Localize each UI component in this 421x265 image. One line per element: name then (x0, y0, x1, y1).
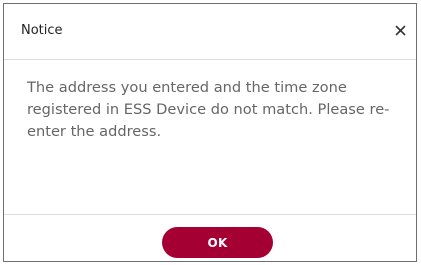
dialog-title: Notice (21, 23, 63, 38)
ok-button[interactable]: OK (162, 227, 273, 258)
close-icon[interactable] (395, 25, 406, 36)
dialog-footer: OK (4, 215, 416, 261)
page: Notice The address you entered and the t… (0, 0, 421, 265)
notice-dialog: Notice The address you entered and the t… (3, 3, 417, 262)
dialog-header: Notice (4, 4, 416, 60)
dialog-body: The address you entered and the time zon… (4, 60, 416, 215)
dialog-message: The address you entered and the time zon… (27, 79, 390, 140)
